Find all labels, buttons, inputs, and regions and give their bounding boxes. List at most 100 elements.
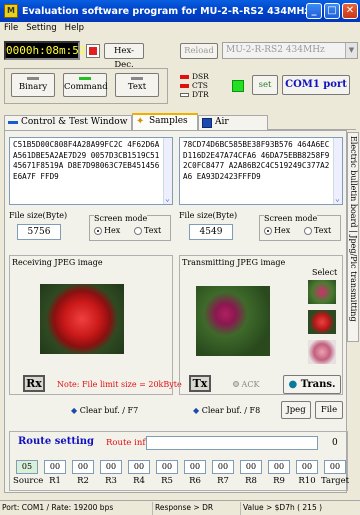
transmit-hex-content: 78CD74D6BC585BE38F93B576 464A6ECD116D2E4… [183,140,330,181]
com-port-button[interactable]: COM1 port [282,75,350,95]
receive-hex-textarea[interactable]: C51B5D00C808F4A28A99FC2C 4F62D6AA561DBE5… [9,137,173,205]
mode-group: Binary Command Text [4,68,168,104]
transmit-text-radio[interactable]: Text [304,226,331,235]
transmit-file-size-label: File size(Byte) [179,211,238,220]
route-label-8: R8 [245,476,257,486]
reload-button[interactable]: Reload [180,43,218,59]
transmit-scrollbar[interactable] [333,138,342,204]
route-field-9[interactable]: 00 [268,460,290,474]
select-thumbnail-2[interactable] [308,310,336,334]
dsr-indicator: DSR [180,72,209,81]
receive-hex-content: C51B5D00C808F4A28A99FC2C 4F62D6AA561DBE5… [13,140,160,181]
binary-led-icon [27,77,39,80]
device-select-value: MU-2-R-RS2 434MHz [226,45,325,55]
route-field-0[interactable]: 05 [16,460,38,474]
route-label-6: R6 [189,476,201,486]
transmit-image-frame: Transmitting JPEG image Select [179,255,343,395]
receive-text-radio[interactable]: Text [134,226,161,235]
cts-led-icon [180,84,189,88]
route-label-7: R7 [217,476,229,486]
connection-status-icon [232,80,244,92]
transmit-button[interactable]: ● Trans. [283,375,341,394]
receive-clear-button[interactable]: ◆ Clear buf. / F7 [71,406,138,415]
status-value: Value > $D7h ( 215 ) [240,502,360,515]
binary-mode-label: Binary [18,82,48,92]
ack-led-icon [233,381,239,387]
minimize-icon[interactable]: _ [306,3,322,19]
route-info-label: Route inf. [106,438,148,448]
file-button[interactable]: File [315,401,343,419]
toolbar: 0000h:08m:52s Hex-Dec. Reload MU-2-R-RS2… [4,38,358,70]
transmitting-image [196,286,270,356]
set-button[interactable]: set [252,75,278,95]
dsr-led-icon [180,75,189,79]
command-led-icon [79,77,91,80]
receive-hex-radio[interactable]: Hex [94,226,120,235]
receive-scrollbar[interactable] [163,138,172,204]
close-icon[interactable]: ✕ [342,3,358,19]
tx-indicator: Tx [189,375,211,392]
monitor-icon [202,118,212,128]
select-thumbnail-3[interactable] [308,340,336,364]
menu-file[interactable]: File [0,22,22,36]
tab-samples[interactable]: ✦ Samples [132,113,198,130]
route-count: 0 [332,438,338,448]
route-label-11: Target [321,476,350,486]
menu-bar: File Setting Help [0,22,360,36]
jpeg-button[interactable]: Jpeg [281,401,311,419]
route-field-11[interactable]: 00 [324,460,346,474]
receive-file-size-label: File size(Byte) [9,211,68,220]
route-field-2[interactable]: 00 [72,460,94,474]
side-tab-bulletin[interactable]: Electric bulletin board | Jpeg/Pic trans… [347,132,359,342]
title-bar[interactable]: M Evaluation software program for MU-2-R… [0,0,360,22]
select-thumbnail-1[interactable] [308,280,336,304]
file-limit-note: Note: File limit size = 20kByte [57,380,182,389]
text-mode-label: Text [127,82,147,92]
route-field-5[interactable]: 00 [156,460,178,474]
route-label-1: R1 [49,476,61,486]
transmit-hex-radio[interactable]: Hex [264,226,290,235]
tab-air-monitor[interactable]: Air Monitor [198,115,268,140]
text-led-icon [131,77,143,80]
transmit-clear-button[interactable]: ◆ Clear buf. / F8 [193,406,260,415]
device-select[interactable]: MU-2-R-RS2 434MHz ▼ [222,42,358,59]
radio-selected-icon [94,227,102,235]
received-flower-image [40,284,124,354]
hex-dec-button[interactable]: Hex-Dec. [104,43,144,70]
binary-mode-button[interactable]: Binary [11,73,55,97]
receive-screen-mode: Screen mode Hex Text [89,214,171,241]
route-label-0: Source [13,476,44,486]
hex-dec-toggle-icon[interactable] [86,44,100,58]
wand-icon: ✦ [136,116,145,127]
app-icon: M [4,4,18,18]
maximize-icon[interactable]: □ [324,3,340,19]
route-field-4[interactable]: 00 [128,460,150,474]
menu-setting[interactable]: Setting [22,22,60,36]
route-field-10[interactable]: 00 [296,460,318,474]
route-field-8[interactable]: 00 [240,460,262,474]
command-mode-label: Command [64,82,108,92]
route-field-7[interactable]: 00 [212,460,234,474]
text-mode-button[interactable]: Text [115,73,159,97]
eraser-icon: ◆ [71,406,78,415]
transmit-image-label: Transmitting JPEG image [182,258,286,267]
signal-indicators: DSR CTS DTR [180,72,209,99]
tab-strip: Control & Test Window ✦ Samples Air Moni… [4,113,356,140]
route-label-2: R2 [77,476,89,486]
tab-control-test[interactable]: Control & Test Window [4,115,132,130]
menu-help[interactable]: Help [61,22,88,36]
command-mode-button[interactable]: Command [63,73,108,97]
radio-selected-icon [264,227,272,235]
dtr-led-icon [180,93,189,97]
status-port: Port: COM1 / Rate: 19200 bps [2,503,114,512]
route-field-3[interactable]: 00 [100,460,122,474]
chevron-down-icon[interactable]: ▼ [345,43,357,58]
receive-file-size: 5756 [17,224,61,240]
transmit-hex-textarea[interactable]: 78CD74D6BC585BE38F93B576 464A6ECD116D2E4… [179,137,343,205]
window-icon [8,121,18,125]
route-field-6[interactable]: 00 [184,460,206,474]
radio-icon [134,227,142,235]
ack-indicator: ACK [233,380,259,389]
route-field-1[interactable]: 00 [44,460,66,474]
dtr-indicator: DTR [180,90,209,99]
